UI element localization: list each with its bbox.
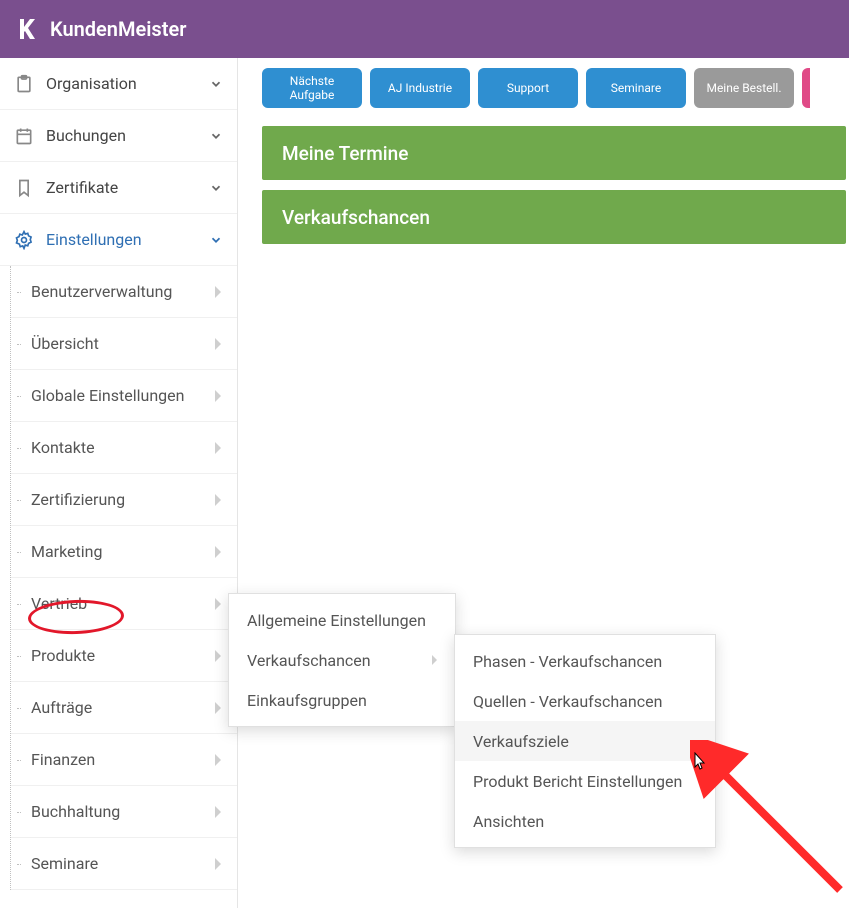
caret-right-icon <box>215 754 223 766</box>
fly-allgemeine-einstellungen[interactable]: Allgemeine Einstellungen <box>229 600 455 640</box>
sub-label: Finanzen <box>31 750 215 769</box>
gear-icon <box>14 230 34 250</box>
fly-quellen[interactable]: Quellen - Verkaufschancen <box>455 681 715 721</box>
caret-right-icon <box>215 338 223 350</box>
tile-meine-bestell[interactable]: Meine Bestell. <box>694 68 794 108</box>
tile-label: Nächste Aufgabe <box>266 74 358 103</box>
sub-globale-einstellungen[interactable]: Globale Einstellungen <box>11 370 237 422</box>
sub-uebersicht[interactable]: Übersicht <box>11 318 237 370</box>
flyout-vertrieb: Allgemeine Einstellungen Verkaufschancen… <box>228 593 456 727</box>
nav-einstellungen[interactable]: Einstellungen <box>0 214 237 266</box>
fly-ansichten[interactable]: Ansichten <box>455 801 715 841</box>
tile-label: AJ Industrie <box>388 81 452 95</box>
caret-right-icon <box>215 806 223 818</box>
fly-label: Produkt Bericht Einstellungen <box>473 772 682 791</box>
panel-verkaufschancen[interactable]: Verkaufschancen <box>262 190 846 244</box>
tile-label: Seminare <box>611 81 661 95</box>
sub-zertifizierung[interactable]: Zertifizierung <box>11 474 237 526</box>
fly-produkt-bericht[interactable]: Produkt Bericht Einstellungen <box>455 761 715 801</box>
caret-right-icon <box>215 598 223 610</box>
sub-kontakte[interactable]: Kontakte <box>11 422 237 474</box>
sub-label: Benutzerverwaltung <box>31 282 215 301</box>
nav-label: Organisation <box>46 74 209 93</box>
tile-label: Meine Bestell. <box>706 81 781 95</box>
fly-label: Verkaufschancen <box>247 651 371 670</box>
fly-phasen[interactable]: Phasen - Verkaufschancen <box>455 641 715 681</box>
tile-partial[interactable] <box>802 68 810 108</box>
fly-label: Verkaufsziele <box>473 732 569 751</box>
caret-right-icon <box>215 286 223 298</box>
tile-label: Support <box>507 81 549 95</box>
fly-label: Quellen - Verkaufschancen <box>473 692 662 711</box>
sub-label: Seminare <box>31 854 215 873</box>
sidebar: Organisation Buchungen Zertifikate <box>0 58 238 908</box>
tile-naechste-aufgabe[interactable]: Nächste Aufgabe <box>262 68 362 108</box>
fly-label: Einkaufsgruppen <box>247 691 367 710</box>
fly-verkaufsziele[interactable]: Verkaufsziele <box>455 721 715 761</box>
chevron-down-icon <box>209 233 223 247</box>
sub-seminare[interactable]: Seminare <box>11 838 237 890</box>
clipboard-icon <box>14 74 34 94</box>
tile-support[interactable]: Support <box>478 68 578 108</box>
sub-produkte[interactable]: Produkte <box>11 630 237 682</box>
flyout-verkaufschancen: Phasen - Verkaufschancen Quellen - Verka… <box>454 634 716 848</box>
sub-label: Zertifizierung <box>31 490 215 509</box>
caret-right-icon <box>432 655 437 665</box>
sub-label: Marketing <box>31 542 215 561</box>
sub-label: Buchhaltung <box>31 802 215 821</box>
sub-label: Übersicht <box>31 334 215 353</box>
sub-finanzen[interactable]: Finanzen <box>11 734 237 786</box>
caret-right-icon <box>215 442 223 454</box>
nav-organisation[interactable]: Organisation <box>0 58 237 110</box>
calendar-icon <box>14 126 34 146</box>
fly-label: Allgemeine Einstellungen <box>247 611 426 630</box>
panel-title: Meine Termine <box>282 142 408 165</box>
chevron-down-icon <box>209 77 223 91</box>
sub-label: Aufträge <box>31 698 215 717</box>
panel-meine-termine[interactable]: Meine Termine <box>262 126 846 180</box>
nav-zertifikate[interactable]: Zertifikate <box>0 162 237 214</box>
fly-label: Ansichten <box>473 812 544 831</box>
bookmark-icon <box>14 178 34 198</box>
nav-buchungen[interactable]: Buchungen <box>0 110 237 162</box>
chevron-down-icon <box>209 129 223 143</box>
caret-right-icon <box>215 650 223 662</box>
tile-aj-industrie[interactable]: AJ Industrie <box>370 68 470 108</box>
fly-einkaufsgruppen[interactable]: Einkaufsgruppen <box>229 680 455 720</box>
sub-label: Globale Einstellungen <box>31 386 215 405</box>
panel-title: Verkaufschancen <box>282 206 430 229</box>
fly-verkaufschancen[interactable]: Verkaufschancen <box>229 640 455 680</box>
app-header: KundenMeister <box>0 0 849 58</box>
nav-label: Zertifikate <box>46 178 209 197</box>
caret-right-icon <box>215 546 223 558</box>
sub-label: Produkte <box>31 646 215 665</box>
nav-label: Buchungen <box>46 126 209 145</box>
nav-label: Einstellungen <box>46 230 209 249</box>
pointer-cursor-icon <box>690 752 708 774</box>
fly-label: Phasen - Verkaufschancen <box>473 652 662 671</box>
subnav-einstellungen: Benutzerverwaltung Übersicht Globale Ein… <box>10 266 237 890</box>
caret-right-icon <box>215 858 223 870</box>
brand-name: KundenMeister <box>50 17 186 41</box>
brand-logo-icon <box>16 17 40 41</box>
tile-seminare[interactable]: Seminare <box>586 68 686 108</box>
caret-right-icon <box>215 390 223 402</box>
caret-right-icon <box>215 494 223 506</box>
caret-right-icon <box>215 702 223 714</box>
dashboard-tiles: Nächste Aufgabe AJ Industrie Support Sem… <box>262 68 849 108</box>
sub-buchhaltung[interactable]: Buchhaltung <box>11 786 237 838</box>
annotation-arrow <box>690 740 849 910</box>
sub-marketing[interactable]: Marketing <box>11 526 237 578</box>
sub-benutzerverwaltung[interactable]: Benutzerverwaltung <box>11 266 237 318</box>
sub-label: Kontakte <box>31 438 215 457</box>
chevron-down-icon <box>209 181 223 195</box>
sub-auftraege[interactable]: Aufträge <box>11 682 237 734</box>
